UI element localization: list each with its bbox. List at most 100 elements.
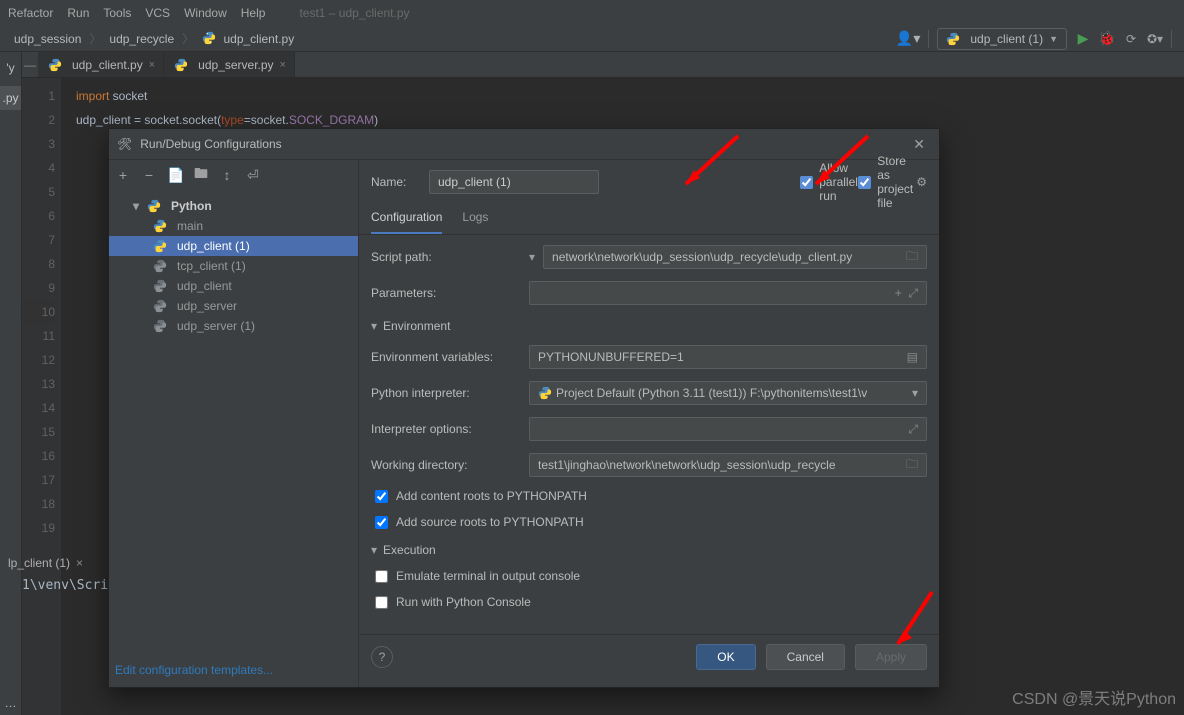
folder-icon[interactable]: 🗀	[906, 247, 918, 268]
python-file-icon	[48, 58, 62, 72]
move-button[interactable]: ↕	[219, 167, 235, 183]
close-icon[interactable]: ×	[76, 556, 83, 570]
add-source-roots-checkbox[interactable]: Add source roots to PYTHONPATH	[371, 515, 927, 529]
user-icon[interactable]: 👤▾	[896, 30, 920, 47]
working-dir-field[interactable]: test1\jinghao\network\network\udp_sessio…	[529, 453, 927, 477]
python-icon	[946, 32, 960, 46]
titlebar-filepath: test1 – udp_client.py	[299, 6, 409, 20]
left-strip-bottom[interactable]: …	[0, 691, 21, 715]
interpreter-opts-label: Interpreter options:	[371, 422, 521, 436]
profile-button[interactable]: ✪▾	[1147, 31, 1163, 47]
folder-icon[interactable]: 🗀	[906, 455, 918, 476]
menu-help[interactable]: Help	[241, 6, 266, 20]
config-list-toolbar: + − 📄 🖿 ↕ ⏎	[109, 160, 358, 190]
breadcrumb-file: udp_client.py	[223, 32, 294, 46]
config-tabs: Configuration Logs	[359, 204, 939, 234]
close-icon[interactable]: ×	[149, 59, 155, 71]
tree-category-label: Python	[171, 199, 212, 213]
run-debug-config-dialog: 🛠 Run/Debug Configurations ✕ + − 📄 🖿 ↕ ⏎…	[108, 128, 940, 688]
tabs-chevron-icon[interactable]: —	[22, 58, 38, 72]
config-tree: ▾ Python main udp_client (1) tcp_client …	[109, 190, 358, 342]
run-python-console-checkbox[interactable]: Run with Python Console	[371, 595, 927, 609]
store-project-checkbox[interactable]: Store as project file	[858, 154, 904, 210]
python-file-icon	[202, 31, 216, 45]
parameters-field[interactable]: + ⤢	[529, 281, 927, 305]
python-file-icon	[174, 58, 188, 72]
tab-label: udp_client.py	[72, 58, 143, 72]
dialog-icon: 🛠	[117, 137, 132, 151]
line-gutter: 12345678910111213141516171819	[22, 78, 62, 715]
watermark: CSDN @景天说Python	[1012, 685, 1176, 709]
wrap-button[interactable]: ⏎	[245, 167, 261, 184]
cancel-button[interactable]: Cancel	[766, 644, 845, 670]
main-menu-bar: Refactor Run Tools VCS Window Help test1…	[0, 0, 1184, 26]
script-path-label: Script path:	[371, 250, 521, 264]
breadcrumb-row: udp_session〉 udp_recycle〉 udp_client.py …	[0, 26, 1184, 52]
left-strip-tab[interactable]: 'y	[0, 56, 21, 80]
tree-item[interactable]: udp_client	[109, 276, 358, 296]
allow-parallel-checkbox[interactable]: Allow parallel run	[800, 161, 846, 203]
add-button[interactable]: +	[115, 167, 131, 183]
ok-button[interactable]: OK	[696, 644, 755, 670]
breadcrumb[interactable]: udp_client.py	[194, 29, 302, 48]
dialog-title: Run/Debug Configurations	[140, 137, 281, 151]
interpreter-combo[interactable]: Project Default (Python 3.11 (test1)) F:…	[529, 381, 927, 405]
breadcrumb[interactable]: udp_session	[6, 30, 89, 48]
close-icon[interactable]: ✕	[907, 134, 931, 155]
chevron-down-icon: ▼	[1049, 34, 1058, 44]
interpreter-opts-field[interactable]: ⤢	[529, 417, 927, 441]
chevron-down-icon[interactable]: ▾	[529, 250, 535, 264]
menu-run[interactable]: Run	[67, 6, 89, 20]
tree-category[interactable]: ▾ Python	[109, 196, 358, 216]
emulate-terminal-checkbox[interactable]: Emulate terminal in output console	[371, 569, 927, 583]
left-strip-tab[interactable]: .py	[0, 86, 21, 110]
add-content-roots-checkbox[interactable]: Add content roots to PYTHONPATH	[371, 489, 927, 503]
apply-button[interactable]: Apply	[855, 644, 927, 670]
run-config-label: udp_client (1)	[970, 32, 1043, 46]
menu-refactor[interactable]: Refactor	[8, 6, 53, 20]
run-button[interactable]: ▶	[1075, 31, 1091, 47]
working-dir-label: Working directory:	[371, 458, 521, 472]
tree-item[interactable]: main	[109, 216, 358, 236]
tree-item[interactable]: udp_client (1)	[109, 236, 358, 256]
interpreter-label: Python interpreter:	[371, 386, 521, 400]
list-icon[interactable]: ▤	[907, 350, 918, 364]
close-icon[interactable]: ×	[280, 59, 286, 71]
env-vars-field[interactable]: PYTHONUNBUFFERED=1▤	[529, 345, 927, 369]
tab-label: udp_server.py	[198, 58, 273, 72]
parameters-label: Parameters:	[371, 286, 521, 300]
tree-item[interactable]: tcp_client (1)	[109, 256, 358, 276]
save-button[interactable]: 🖿	[193, 163, 209, 187]
tree-item[interactable]: udp_server (1)	[109, 316, 358, 336]
coverage-button[interactable]: ⟳	[1123, 31, 1139, 47]
copy-button[interactable]: 📄	[167, 167, 183, 184]
run-config-selector[interactable]: udp_client (1) ▼	[937, 28, 1067, 50]
debug-button[interactable]: 🐞	[1099, 31, 1115, 47]
tree-item[interactable]: udp_server	[109, 296, 358, 316]
remove-button[interactable]: −	[141, 167, 157, 183]
menu-tools[interactable]: Tools	[103, 6, 131, 20]
edit-templates-link[interactable]: Edit configuration templates...	[109, 653, 358, 687]
environment-section[interactable]: Environment	[371, 319, 927, 333]
editor-tabs: — udp_client.py × udp_server.py ×	[22, 52, 1184, 78]
editor-tab[interactable]: udp_server.py ×	[164, 52, 295, 77]
name-label: Name:	[371, 175, 417, 189]
tab-configuration[interactable]: Configuration	[371, 210, 442, 234]
run-tool-window-tab[interactable]: lp_client (1)×	[0, 552, 91, 574]
name-field[interactable]	[429, 170, 599, 194]
tab-logs[interactable]: Logs	[462, 210, 488, 234]
separator	[928, 30, 929, 48]
menu-window[interactable]: Window	[184, 6, 227, 20]
execution-section[interactable]: Execution	[371, 543, 927, 557]
env-vars-label: Environment variables:	[371, 350, 521, 364]
menu-vcs[interactable]: VCS	[145, 6, 170, 20]
script-path-field[interactable]: network\network\udp_session\udp_recycle\…	[543, 245, 927, 269]
gear-icon[interactable]: ⚙	[916, 175, 927, 189]
editor-tab[interactable]: udp_client.py ×	[38, 52, 164, 77]
breadcrumb[interactable]: udp_recycle	[101, 30, 182, 48]
left-tool-strip: 'y .py …	[0, 52, 22, 715]
help-button[interactable]: ?	[371, 646, 393, 668]
python-icon	[538, 386, 552, 400]
separator	[1171, 30, 1172, 48]
python-icon	[147, 199, 161, 213]
